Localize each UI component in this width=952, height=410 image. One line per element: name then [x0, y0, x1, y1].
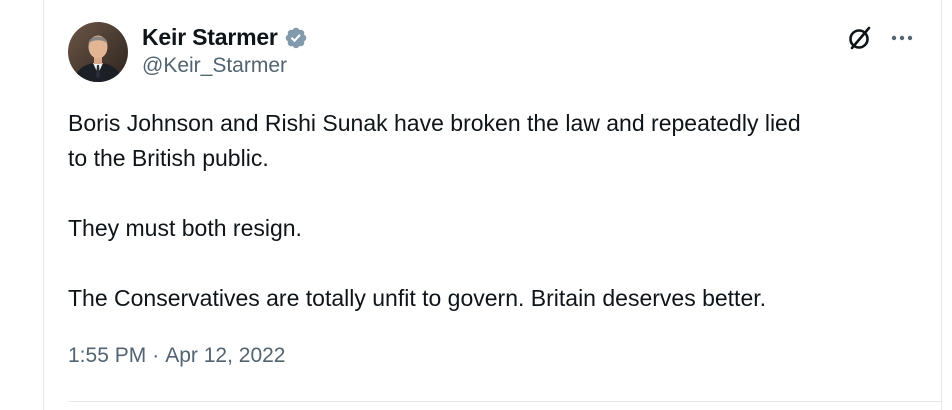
tweet-timestamp: 1:55 PM · Apr 12, 2022 — [68, 344, 285, 368]
tweet-line: The Conservatives are totally unfit to g… — [68, 285, 767, 311]
left-divider — [43, 0, 44, 410]
tweet-text: Boris Johnson and Rishi Sunak have broke… — [68, 106, 928, 316]
bottom-divider — [68, 401, 941, 402]
tweet-line: to the British public. — [68, 145, 269, 171]
paragraph-break — [68, 176, 928, 211]
paragraph-break — [68, 246, 928, 281]
author-name-row: Keir Starmer — [142, 22, 308, 52]
tweet-card: Keir Starmer @Keir_Starmer Boris Johnson… — [0, 0, 952, 410]
tweet-line: Boris Johnson and Rishi Sunak have broke… — [68, 110, 801, 136]
right-divider — [941, 0, 942, 410]
avatar[interactable] — [68, 22, 128, 82]
tweet-line: They must both resign. — [68, 215, 302, 241]
tweet-time[interactable]: 1:55 PM — [68, 344, 146, 368]
grok-icon[interactable] — [846, 24, 874, 52]
author-display-name[interactable]: Keir Starmer — [142, 24, 278, 51]
verified-badge-icon[interactable] — [284, 26, 308, 50]
tweet-date[interactable]: Apr 12, 2022 — [165, 344, 285, 368]
author-handle[interactable]: @Keir_Starmer — [142, 54, 287, 78]
more-options-icon[interactable] — [889, 29, 915, 47]
timestamp-separator: · — [152, 344, 160, 367]
